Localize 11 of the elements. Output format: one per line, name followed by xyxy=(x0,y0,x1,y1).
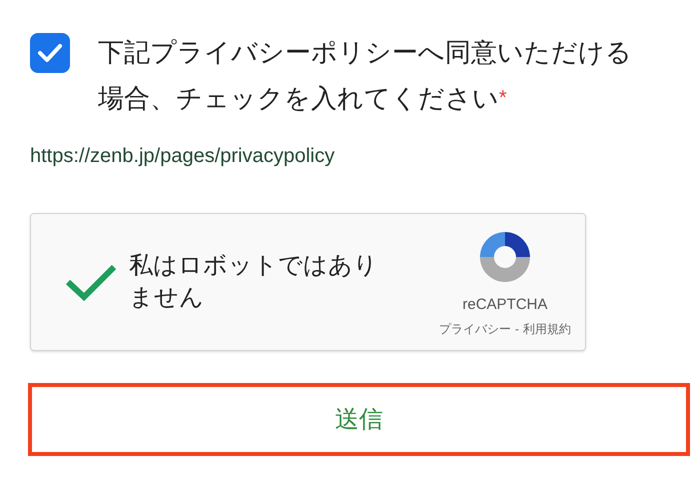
consent-label: 下記プライバシーポリシーへ同意いただける場合、チェックを入れてください* xyxy=(98,36,633,115)
checkmark-icon xyxy=(37,42,63,64)
checkmark-icon xyxy=(64,262,118,302)
recaptcha-brand: reCAPTCHA xyxy=(462,294,548,315)
checkbox[interactable] xyxy=(30,33,70,73)
privacy-link[interactable]: プライバシー xyxy=(439,320,511,338)
link-separator: - xyxy=(515,321,519,338)
recaptcha-label: 私はロボットではありません xyxy=(129,251,379,313)
submit-button[interactable]: 送信 xyxy=(28,383,690,456)
privacy-policy-link[interactable]: https://zenb.jp/pages/privacypolicy xyxy=(30,141,700,171)
terms-link[interactable]: 利用規約 xyxy=(523,320,571,338)
